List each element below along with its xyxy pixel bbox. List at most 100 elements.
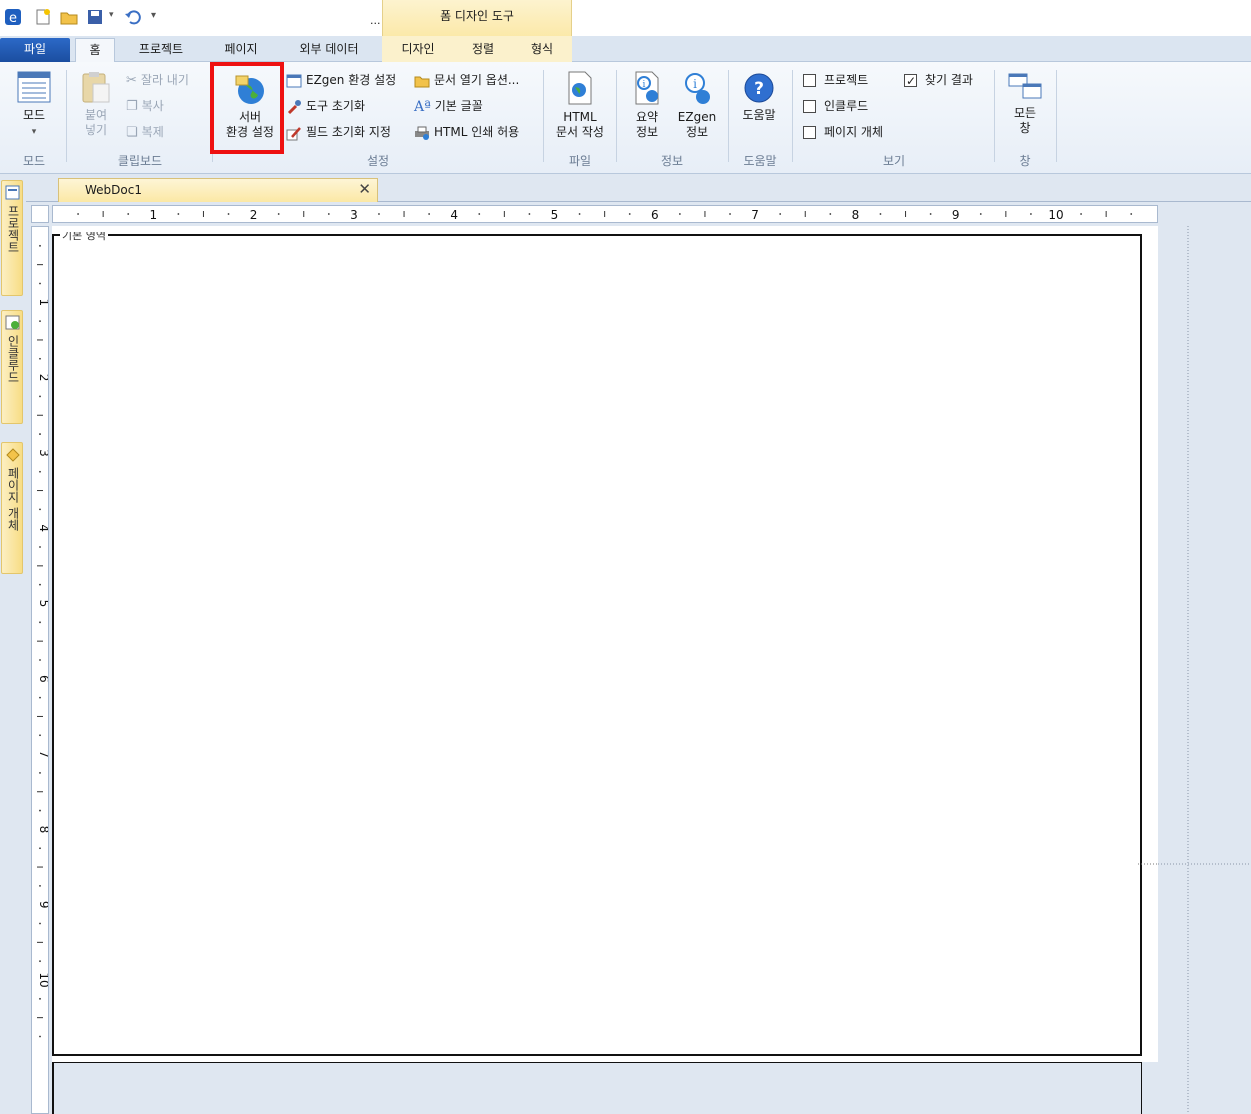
ruler-tick-dot [39, 244, 41, 247]
ezgen-env-button[interactable]: EZgen 환경 설정 [286, 70, 396, 90]
ribbon-tabs: 파일 홈 프로젝트 페이지 외부 데이터 디자인 정렬 형식 [0, 36, 1251, 62]
help-label: 도움말 [742, 108, 776, 122]
scissors-icon: ✂ [126, 72, 137, 88]
view-page-objects-checkbox[interactable]: 페이지 개체 [803, 123, 883, 141]
separator [1056, 70, 1057, 162]
ruler-number: 3 [350, 208, 358, 222]
ruler-number: 1 [37, 298, 48, 306]
include-icon [5, 315, 20, 330]
ezgen-info-label-2: 정보 [685, 125, 709, 139]
doc-open-options-label: 문서 열기 옵션... [434, 73, 520, 87]
tab-format[interactable]: 형식 [518, 38, 566, 62]
server-label-2: 환경 설정 [226, 125, 274, 139]
save-dropdown-icon[interactable]: ▾ [109, 10, 114, 20]
cut-button[interactable]: ✂ 잘라 내기 [126, 70, 189, 90]
help-button[interactable]: ? 도움말 [734, 72, 784, 123]
printer-icon [415, 126, 429, 140]
tab-design[interactable]: 디자인 [390, 38, 446, 62]
ruler-corner [31, 205, 49, 223]
ruler-number: 2 [37, 374, 48, 382]
tab-file[interactable]: 파일 [0, 38, 70, 62]
tool-reset-button[interactable]: 도구 초기화 [286, 96, 365, 116]
document-tab[interactable]: WebDoc1 ✕ [58, 178, 378, 202]
right-guide-lines [1158, 226, 1251, 1114]
default-font-button[interactable]: Aª 기본 글꼴 [414, 96, 483, 116]
server-settings-button[interactable]: 서버 환경 설정 [218, 72, 282, 140]
duplicate-button[interactable]: ❏ 복제 [126, 122, 164, 142]
close-icon[interactable]: ✕ [358, 180, 371, 198]
ruler-number: 9 [952, 208, 960, 222]
separator [212, 70, 213, 162]
paste-button[interactable]: 붙여 넣기 [74, 70, 118, 138]
page-area[interactable]: 기본 영역 [52, 232, 1142, 1056]
ruler-tick-dot [1080, 213, 1082, 215]
separator [543, 70, 544, 162]
tab-project[interactable]: 프로젝트 [128, 38, 194, 62]
side-tab-page-objects[interactable]: 페이지 개체 [1, 442, 23, 574]
summary-info-icon: i [635, 71, 659, 105]
ruler-number: 8 [37, 826, 48, 834]
checkbox-box-checked [904, 72, 917, 90]
view-project-checkbox[interactable]: 프로젝트 [803, 71, 868, 89]
separator [66, 70, 67, 162]
ezgen-info-icon: i [685, 73, 710, 104]
save-icon[interactable] [86, 8, 104, 26]
new-document-icon[interactable] [34, 8, 52, 26]
settings-window-icon [286, 74, 302, 87]
tab-external-data[interactable]: 외부 데이터 [286, 38, 372, 62]
undo-icon[interactable] [124, 8, 142, 26]
ruler-tick-dot [39, 395, 41, 398]
group-label-view: 보기 [882, 154, 906, 168]
ruler-tick-dot [39, 621, 41, 624]
ezgen-info-label-1: EZgen [677, 110, 717, 124]
duplicate-label: 복제 [141, 125, 164, 139]
folder-options-icon [414, 76, 430, 87]
ruler-tick-dot [39, 847, 41, 850]
view-page-objects-label: 페이지 개체 [824, 125, 884, 139]
ruler-tick-dot [879, 213, 882, 215]
ruler-number: 6 [37, 675, 48, 683]
customize-dropdown-icon[interactable]: ▾ [151, 10, 156, 21]
side-tab-project[interactable]: 프로젝트 [1, 180, 23, 296]
design-surface[interactable]: 기본 영역 [52, 226, 1158, 1114]
view-include-checkbox[interactable]: 인클루드 [803, 97, 868, 115]
tab-page[interactable]: 페이지 [212, 38, 270, 62]
all-windows-button[interactable]: 모든 창 [1002, 72, 1048, 136]
ruler-tick-dot [829, 213, 832, 215]
checkbox-box [803, 74, 816, 87]
mode-button[interactable]: 모드 ▾ [10, 70, 58, 140]
view-find-results-checkbox[interactable]: 찾기 결과 [904, 71, 973, 90]
ruler-number: 7 [751, 208, 759, 222]
mode-dropdown-icon: ▾ [31, 127, 37, 137]
side-tab-include[interactable]: 인클루드 [1, 310, 23, 424]
ruler-tick-dot [39, 320, 41, 323]
separator [728, 70, 729, 162]
lower-region [52, 1062, 1142, 1114]
ezgen-info-button[interactable]: i EZgen 정보 [674, 70, 720, 140]
clipboard-paste-icon [82, 72, 110, 103]
all-windows-label-1: 모든 [1013, 106, 1037, 120]
copy-button[interactable]: ❐ 복사 [126, 96, 164, 116]
vertical-ruler[interactable]: 1 2 3 4 5 6 7 8 9 10 [31, 226, 51, 1114]
doc-open-options-button[interactable]: 문서 열기 옵션... [414, 70, 519, 90]
html-doc-button[interactable]: HTML 문서 작성 [549, 70, 611, 140]
ruler-tick-dot [39, 696, 41, 699]
ruler-number: 2 [250, 208, 258, 222]
html-print-button[interactable]: HTML 인쇄 허용 [414, 122, 519, 142]
ruler-tick-dot [39, 960, 41, 963]
qat-overflow[interactable]: ... [370, 14, 381, 27]
page-objects-icon [6, 448, 20, 462]
view-include-label: 인클루드 [824, 99, 869, 113]
app-logo-icon[interactable]: e [4, 8, 22, 26]
summary-info-button[interactable]: i 요약 정보 [624, 70, 670, 140]
ruler-number: 1 [149, 208, 157, 222]
tab-arrange[interactable]: 정렬 [458, 38, 508, 62]
paste-label-2: 넣기 [84, 123, 108, 137]
field-reset-label: 필드 초기화 지정 [306, 125, 391, 139]
tab-home[interactable]: 홈 [75, 38, 115, 62]
project-icon [5, 185, 20, 200]
open-folder-icon[interactable] [60, 8, 78, 26]
field-reset-button[interactable]: 필드 초기화 지정 [286, 122, 391, 142]
horizontal-ruler[interactable]: 1 2 3 4 5 6 7 8 9 10 [52, 205, 1158, 223]
ruler-tick-dot [1130, 213, 1133, 215]
